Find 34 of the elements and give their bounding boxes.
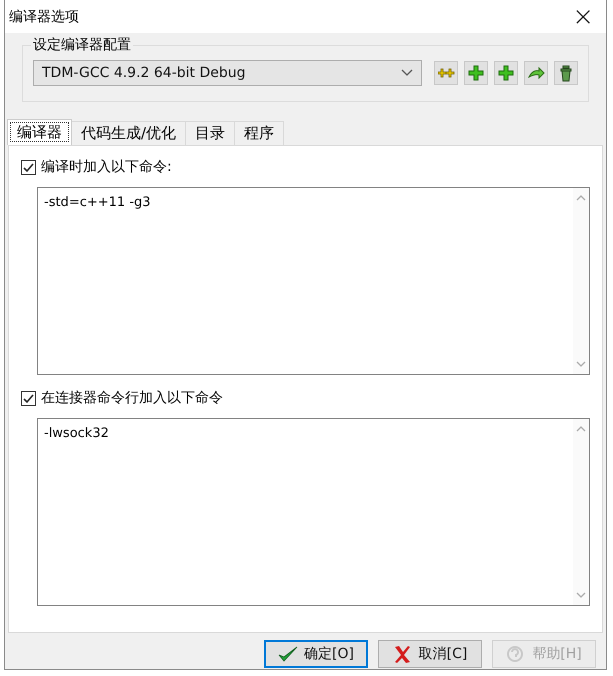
profile-dropdown[interactable]: TDM-GCC 4.9.2 64-bit Debug [33,60,422,86]
scrollbar[interactable] [573,188,589,374]
scroll-up-icon [576,194,586,202]
plus-icon [498,64,514,82]
check-icon [278,644,298,664]
scroll-up-icon [576,425,586,433]
cancel-button[interactable]: 取消[C] [378,640,482,668]
scroll-down-icon [576,360,586,368]
trash-icon [558,64,574,82]
check-icon [22,162,35,172]
ok-button[interactable]: 确定[O] [264,640,368,668]
checkbox-label: 在连接器命令行加入以下命令 [41,389,223,407]
add-button[interactable] [464,61,488,85]
export-button[interactable] [524,61,548,85]
arrow-icon [528,64,544,82]
scrollbar[interactable] [573,419,589,605]
checkbox-label: 编译时加入以下命令: [41,158,172,176]
checkbox[interactable] [21,390,36,406]
tab[interactable]: 编译器 [7,119,72,145]
scroll-down-icon [576,591,586,599]
command-field[interactable]: -std=c++11 -g3 [37,187,590,375]
checkbox[interactable] [21,160,36,174]
add-button[interactable] [494,61,518,85]
group-label: 设定编译器配置 [31,36,133,54]
rename-button[interactable] [434,61,458,85]
command-field[interactable]: -lwsock32 [37,418,590,606]
window-title: 编译器选项 [8,8,79,26]
cross-icon [392,644,413,664]
tab[interactable]: 程序 [234,121,284,145]
check-icon [22,392,35,404]
caret-icon [401,69,413,77]
plus-icon [468,64,484,82]
close-button[interactable]: × [560,2,606,30]
delete-button[interactable] [554,61,578,85]
